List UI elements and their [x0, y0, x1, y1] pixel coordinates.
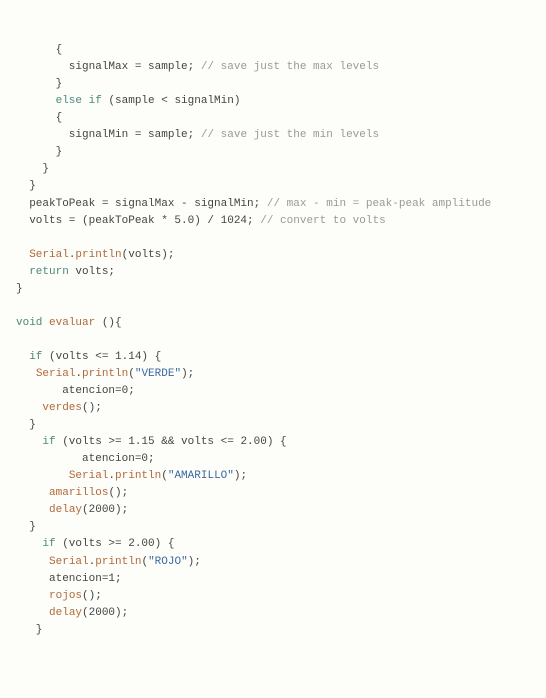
code-line: }: [16, 521, 36, 533]
code-line: volts = (peakToPeak * 5.0) / 1024; // co…: [16, 215, 386, 227]
function: verdes: [42, 402, 82, 414]
code-line: atencion=1;: [16, 573, 122, 585]
code-line: return volts;: [16, 266, 115, 278]
function: delay: [49, 607, 82, 619]
object: Serial: [69, 470, 109, 482]
code-line: }: [16, 419, 36, 431]
function: delay: [49, 504, 82, 516]
object: Serial: [29, 249, 69, 261]
code-line: Serial.println("AMARILLO");: [16, 470, 247, 482]
code-line: else if (sample < signalMin): [16, 95, 240, 107]
string: "ROJO": [148, 556, 188, 568]
object: Serial: [49, 556, 89, 568]
code-line: amarillos();: [16, 487, 128, 499]
function: amarillos: [49, 487, 108, 499]
comment: // convert to volts: [260, 215, 385, 227]
string: "VERDE": [135, 368, 181, 380]
keyword: else if: [56, 95, 102, 107]
code-line: Serial.println("ROJO");: [16, 556, 201, 568]
string: "AMARILLO": [168, 470, 234, 482]
function: println: [95, 556, 141, 568]
code-line: }: [16, 163, 49, 175]
function: evaluar: [49, 317, 95, 329]
code-line: Serial.println("VERDE");: [16, 368, 194, 380]
function: println: [82, 368, 128, 380]
comment: // max - min = peak-peak amplitude: [267, 198, 491, 210]
keyword: if: [42, 436, 55, 448]
code-line: atencion=0;: [16, 453, 155, 465]
code-line: if (volts >= 1.15 && volts <= 2.00) {: [16, 436, 287, 448]
code-line: if (volts <= 1.14) {: [16, 351, 161, 363]
code-line: signalMin = sample; // save just the min…: [16, 129, 379, 141]
keyword: void: [16, 317, 42, 329]
keyword: return: [29, 266, 69, 278]
function: println: [75, 249, 121, 261]
code-line: }: [16, 624, 42, 636]
code-line: }: [16, 78, 62, 90]
code-line: delay(2000);: [16, 504, 128, 516]
code-line: {: [16, 44, 62, 56]
code-line: delay(2000);: [16, 607, 128, 619]
comment: // save just the min levels: [201, 129, 379, 141]
code-line: peakToPeak = signalMax - signalMin; // m…: [16, 198, 491, 210]
code-block: { signalMax = sample; // save just the m…: [16, 42, 530, 639]
code-line: atencion=0;: [16, 385, 135, 397]
object: Serial: [36, 368, 76, 380]
keyword: if: [42, 538, 55, 550]
code-line: Serial.println(volts);: [16, 249, 174, 261]
keyword: if: [29, 351, 42, 363]
code-line: verdes();: [16, 402, 102, 414]
comment: // save just the max levels: [201, 61, 379, 73]
code-line: }: [16, 180, 36, 192]
code-line: }: [16, 283, 23, 295]
function: println: [115, 470, 161, 482]
code-line: }: [16, 146, 62, 158]
code-line: void evaluar (){: [16, 317, 122, 329]
code-line: signalMax = sample; // save just the max…: [16, 61, 379, 73]
code-line: {: [16, 112, 62, 124]
code-line: if (volts >= 2.00) {: [16, 538, 174, 550]
